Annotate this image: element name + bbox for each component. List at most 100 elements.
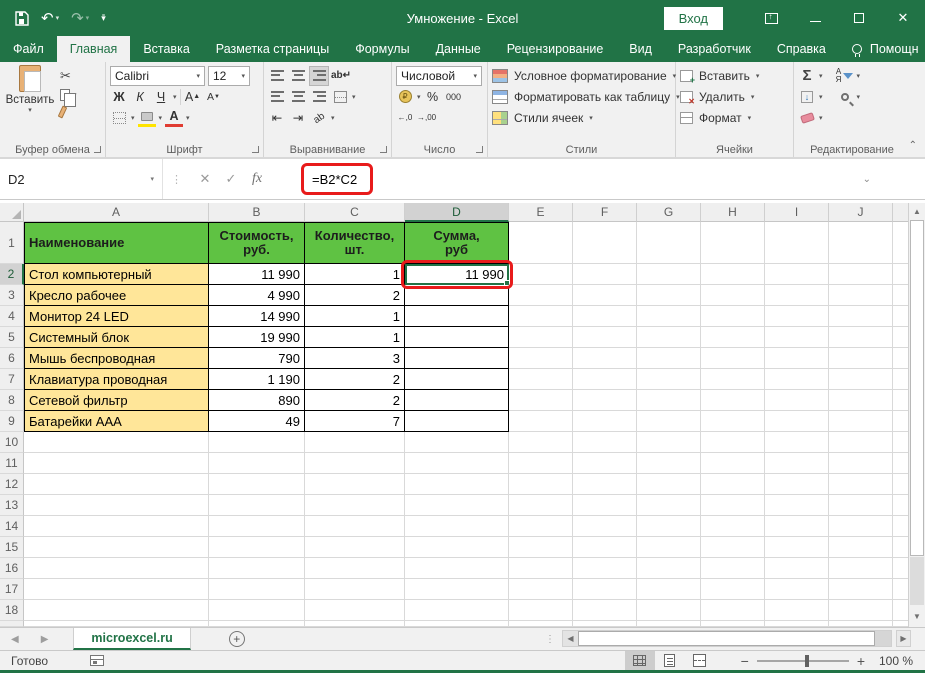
- cancel-icon[interactable]: ✕: [192, 171, 218, 187]
- zoom-slider-thumb[interactable]: [805, 655, 809, 667]
- sort-filter-icon[interactable]: АЯ: [836, 67, 854, 85]
- tab-splitter-handle[interactable]: ⋮: [545, 634, 556, 645]
- cell-b8[interactable]: 890: [209, 390, 305, 411]
- cut-scissors-icon[interactable]: ✂: [60, 68, 77, 84]
- cell-a3[interactable]: Кресло рабочее: [24, 285, 209, 306]
- cell-d6[interactable]: [405, 348, 509, 369]
- accounting-format-icon[interactable]: ₽: [396, 88, 414, 106]
- bold-button[interactable]: Ж: [110, 88, 128, 106]
- number-dialog-launcher-icon[interactable]: [476, 146, 483, 153]
- grid-cells[interactable]: [509, 285, 908, 306]
- header-cell-d1[interactable]: Сумма, руб: [405, 222, 509, 264]
- column-header-f[interactable]: F: [573, 203, 637, 222]
- column-header-j[interactable]: J: [829, 203, 893, 222]
- formula-bar-handle[interactable]: ⋮: [163, 173, 192, 186]
- scroll-up-icon[interactable]: ▲: [909, 203, 925, 219]
- vertical-scrollbar[interactable]: ▲ ▼: [908, 203, 925, 627]
- vertical-scroll-thumb[interactable]: [910, 220, 924, 556]
- collapse-ribbon-icon[interactable]: ⌃: [909, 140, 917, 151]
- grid-cells[interactable]: [509, 327, 908, 348]
- grid-cells[interactable]: [24, 495, 908, 516]
- row-header-10[interactable]: 10: [0, 432, 24, 453]
- row-header-15[interactable]: 15: [0, 537, 24, 558]
- horizontal-scroll-thumb[interactable]: [578, 631, 875, 646]
- sheet-nav-right-icon[interactable]: ▶: [30, 628, 60, 650]
- cell-c4[interactable]: 1: [305, 306, 405, 327]
- cell-b2[interactable]: 11 990: [209, 264, 305, 285]
- cell-b4[interactable]: 14 990: [209, 306, 305, 327]
- zoom-slider[interactable]: [757, 660, 849, 662]
- row-header-6[interactable]: 6: [0, 348, 24, 369]
- redo-icon[interactable]: ↷▾: [71, 11, 89, 26]
- increase-decimal-icon[interactable]: ←,0: [396, 109, 414, 127]
- paste-button[interactable]: Вставить ▾: [4, 65, 56, 118]
- alignment-dialog-launcher-icon[interactable]: [380, 146, 387, 153]
- zoom-in-icon[interactable]: +: [849, 653, 873, 669]
- autosum-button[interactable]: Σ: [798, 67, 816, 85]
- grid-cells[interactable]: [24, 579, 908, 600]
- cell-c6[interactable]: 3: [305, 348, 405, 369]
- tab-review[interactable]: Рецензирование: [494, 36, 617, 62]
- cell-b7[interactable]: 1 190: [209, 369, 305, 390]
- scroll-left-icon[interactable]: ◀: [563, 631, 578, 646]
- row-header-17[interactable]: 17: [0, 579, 24, 600]
- merge-center-icon[interactable]: [331, 88, 349, 106]
- row-header-12[interactable]: 12: [0, 474, 24, 495]
- conditional-formatting-button[interactable]: Условное форматирование▾: [492, 65, 671, 86]
- cell-b6[interactable]: 790: [209, 348, 305, 369]
- column-header-d-selected[interactable]: D: [405, 203, 509, 222]
- row-header-7[interactable]: 7: [0, 369, 24, 390]
- align-center-icon[interactable]: [289, 88, 307, 106]
- cell-d7[interactable]: [405, 369, 509, 390]
- clipboard-dialog-launcher-icon[interactable]: [94, 146, 101, 153]
- column-header-i[interactable]: I: [765, 203, 829, 222]
- column-header-h[interactable]: H: [701, 203, 765, 222]
- delete-cells-button[interactable]: Удалить▾: [680, 86, 789, 107]
- column-header-a[interactable]: A: [24, 203, 209, 222]
- grid-cells[interactable]: [509, 369, 908, 390]
- sheet-nav-left-icon[interactable]: ◀: [0, 628, 30, 650]
- comma-style-button[interactable]: 000: [445, 88, 463, 106]
- font-color-button[interactable]: А: [165, 109, 183, 127]
- cell-a9[interactable]: Батарейки AAA: [24, 411, 209, 432]
- view-page-break-icon[interactable]: [685, 651, 715, 671]
- cell-b5[interactable]: 19 990: [209, 327, 305, 348]
- align-middle-icon[interactable]: [289, 67, 307, 85]
- cell-b9[interactable]: 49: [209, 411, 305, 432]
- grid-cells[interactable]: [509, 264, 908, 285]
- tab-file[interactable]: Файл: [0, 36, 57, 62]
- cell-c5[interactable]: 1: [305, 327, 405, 348]
- cell-c2[interactable]: 1: [305, 264, 405, 285]
- cell-a7[interactable]: Клавиатура проводная: [24, 369, 209, 390]
- underline-caret-icon[interactable]: ▾: [173, 93, 177, 101]
- tab-home[interactable]: Главная: [57, 36, 131, 62]
- find-select-icon[interactable]: [836, 88, 854, 106]
- row-header-3[interactable]: 3: [0, 285, 24, 306]
- zoom-level[interactable]: 100 %: [873, 654, 925, 668]
- tab-help[interactable]: Справка: [764, 36, 839, 62]
- grid-cells[interactable]: [24, 537, 908, 558]
- save-icon[interactable]: [14, 11, 29, 26]
- header-cell-b1[interactable]: Стоимость, руб.: [209, 222, 305, 264]
- cell-d8[interactable]: [405, 390, 509, 411]
- row-header-2-selected[interactable]: 2: [0, 264, 24, 285]
- increase-indent-icon[interactable]: ⇥: [289, 109, 307, 127]
- sheet-tab-active[interactable]: microexcel.ru: [73, 628, 190, 650]
- font-dialog-launcher-icon[interactable]: [252, 146, 259, 153]
- row-header-18[interactable]: 18: [0, 600, 24, 621]
- cell-b3[interactable]: 4 990: [209, 285, 305, 306]
- header-cell-c1[interactable]: Количество, шт.: [305, 222, 405, 264]
- scroll-down-icon[interactable]: ▼: [909, 608, 925, 624]
- cell-d4[interactable]: [405, 306, 509, 327]
- ribbon-display-options-icon[interactable]: [749, 0, 793, 36]
- minimize-icon[interactable]: [793, 0, 837, 36]
- maximize-icon[interactable]: [837, 0, 881, 36]
- tab-view[interactable]: Вид: [616, 36, 665, 62]
- grid-cells[interactable]: [509, 222, 908, 264]
- cell-c3[interactable]: 2: [305, 285, 405, 306]
- format-cells-button[interactable]: Формат▾: [680, 107, 789, 128]
- format-painter-icon[interactable]: [58, 106, 68, 119]
- underline-button[interactable]: Ч: [152, 88, 170, 106]
- column-header-b[interactable]: B: [209, 203, 305, 222]
- enter-icon[interactable]: ✓: [218, 171, 244, 187]
